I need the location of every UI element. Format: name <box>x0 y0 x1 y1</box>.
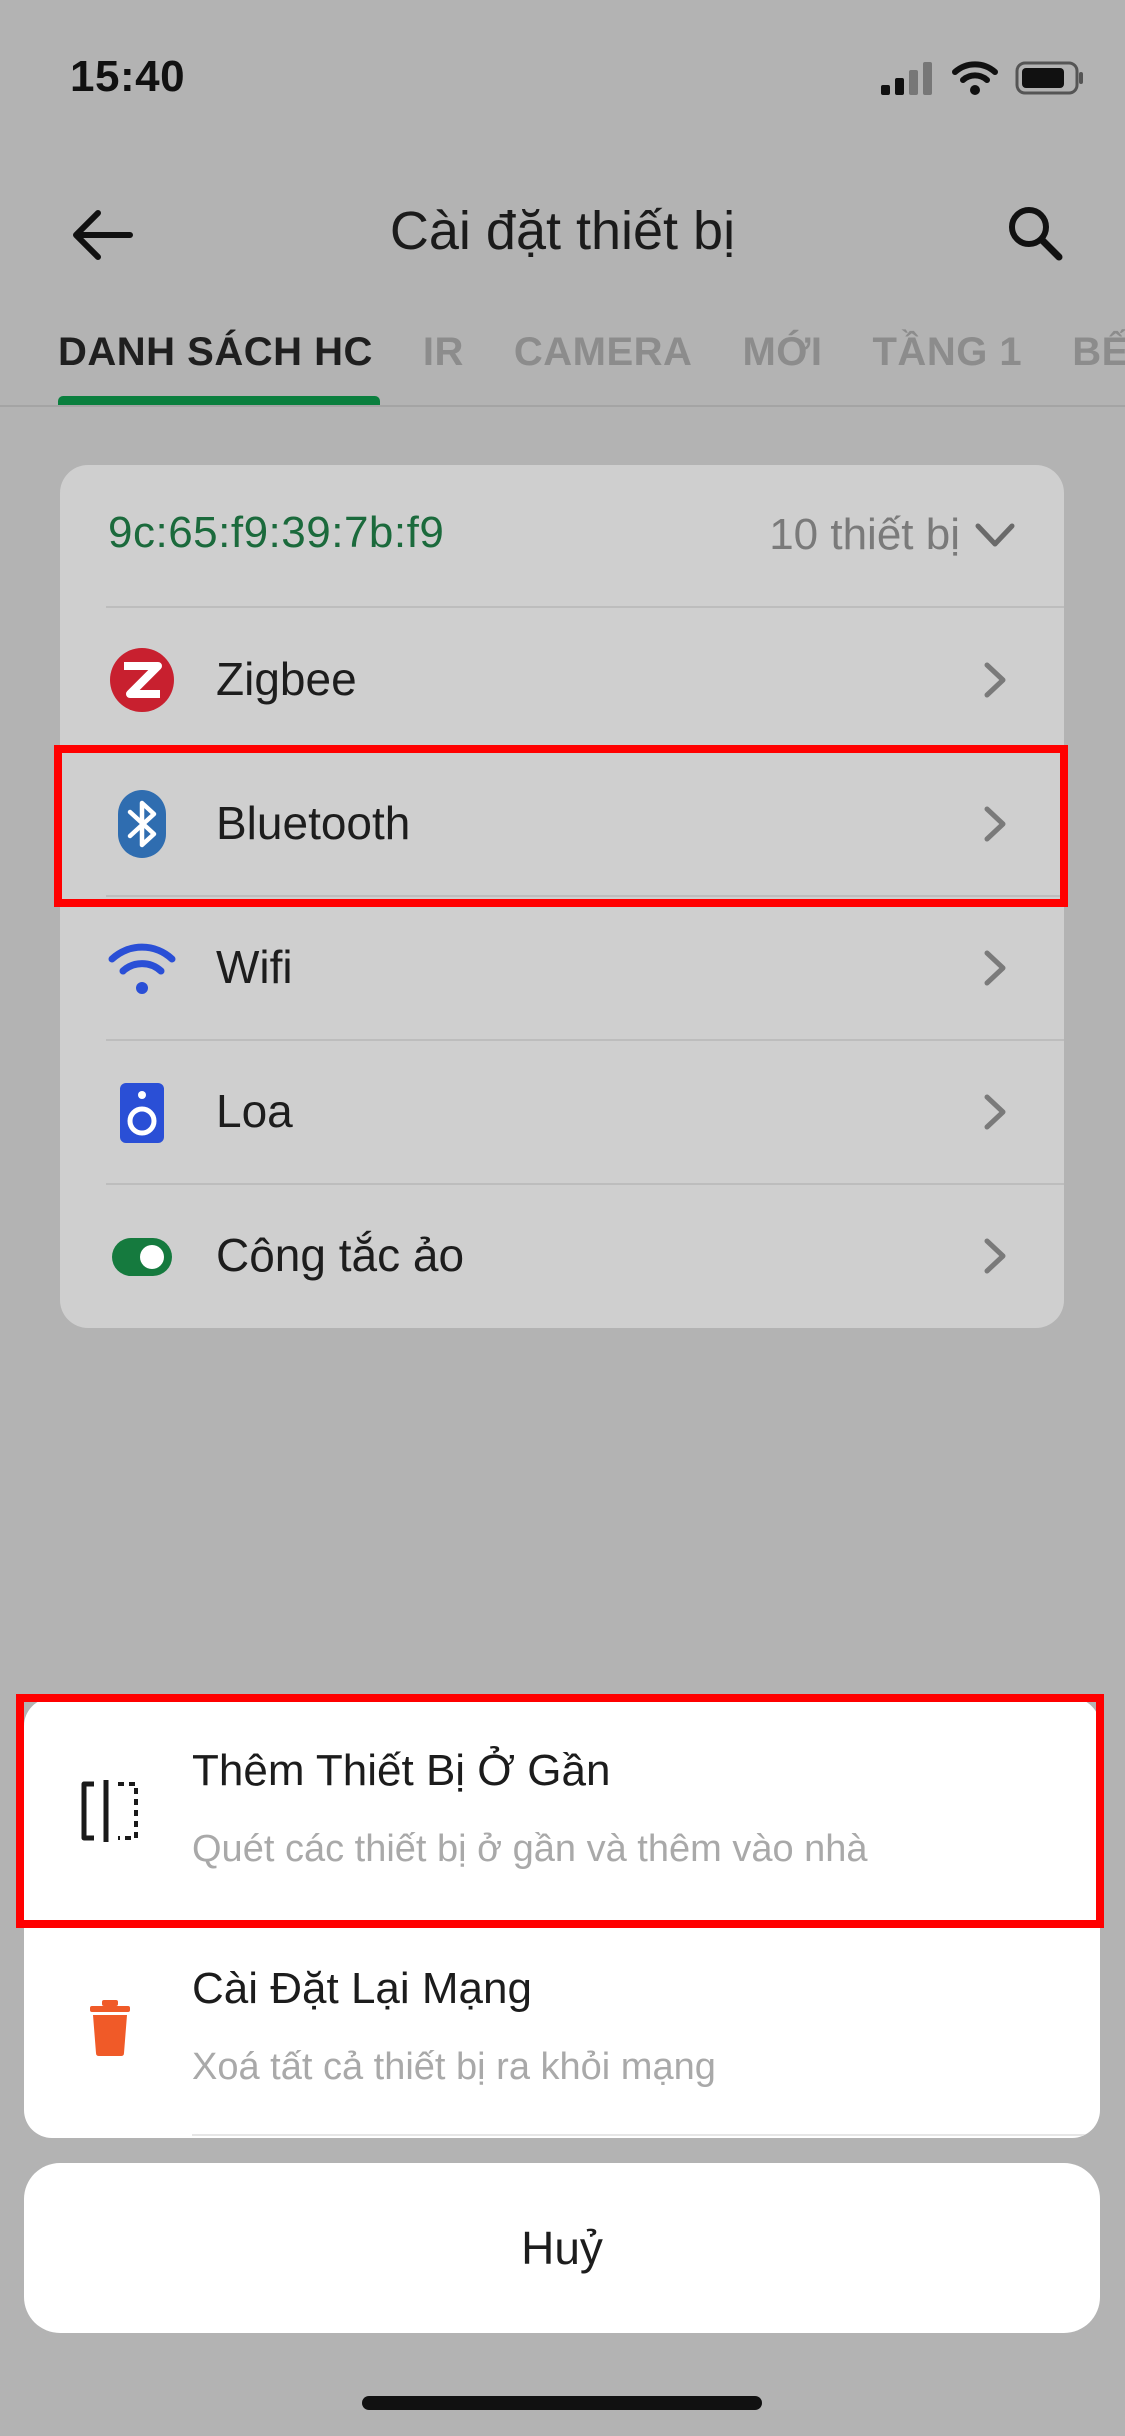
list-item-zigbee[interactable] <box>60 607 1064 751</box>
tab-ir[interactable]: IR <box>423 330 464 375</box>
list-item-loa[interactable] <box>60 1040 1064 1184</box>
list-item-label: Công tắc ảo <box>216 1229 465 1281</box>
tab-camera[interactable]: CAMERA <box>514 330 693 375</box>
speaker-icon <box>106 1077 178 1149</box>
search-icon <box>1009 207 1063 261</box>
list-item-label: Wifi <box>216 941 293 993</box>
list-item-label: Zigbee <box>216 653 357 705</box>
home-indicator <box>362 2396 762 2410</box>
chevron-right-icon <box>984 1094 1006 1130</box>
reset-network-title: Cài Đặt Lại Mạng <box>192 1964 532 2013</box>
tab-tang-1[interactable]: TẦNG 1 <box>873 330 1023 375</box>
reset-network-subtitle: Xoá tất cả thiết bị ra khỏi mạng <box>192 2046 716 2088</box>
chevron-right-icon <box>984 950 1006 986</box>
cancel-button[interactable]: Huỷ <box>24 2163 1100 2333</box>
toggle-icon <box>106 1221 178 1293</box>
signal-icon <box>881 62 932 95</box>
battery-icon <box>1015 61 1083 95</box>
chevron-right-icon <box>984 1238 1006 1274</box>
tab-divider <box>0 405 1125 407</box>
page-title: Cài đặt thiết bị <box>389 201 736 261</box>
list-item-cong-tac-ao[interactable] <box>60 1184 1064 1328</box>
list-item-label: Loa <box>216 1085 293 1137</box>
sheet-divider <box>192 2134 1100 2136</box>
hc-device-count[interactable]: 10 thiết bị <box>769 510 960 560</box>
bluetooth-highlight-box <box>54 745 1068 907</box>
add-nearby-highlight-box <box>16 1694 1104 1928</box>
search-button[interactable] <box>995 198 1075 268</box>
tab-danh-sach-hc[interactable]: DANH SÁCH HC <box>58 330 373 375</box>
hc-id: 9c:65:f9:39:7b:f9 <box>108 508 445 557</box>
list-item-wifi[interactable] <box>60 896 1064 1040</box>
zigbee-icon <box>106 644 178 716</box>
wifi-status-icon <box>952 61 998 95</box>
trash-icon <box>90 2000 130 2056</box>
tab-be[interactable]: BẾ <box>1072 330 1125 375</box>
chevron-down-icon[interactable] <box>970 516 1020 556</box>
tab-bar: DANH SÁCH HC IR CAMERA MỚI TẦNG 1 BẾ <box>58 330 1125 375</box>
status-time: 15:40 <box>70 52 186 101</box>
reset-network-option[interactable] <box>24 1918 1100 2138</box>
tab-moi[interactable]: MỚI <box>742 330 822 375</box>
wifi-icon <box>106 933 178 1005</box>
chevron-right-icon <box>984 662 1006 698</box>
status-icons <box>881 58 1085 98</box>
